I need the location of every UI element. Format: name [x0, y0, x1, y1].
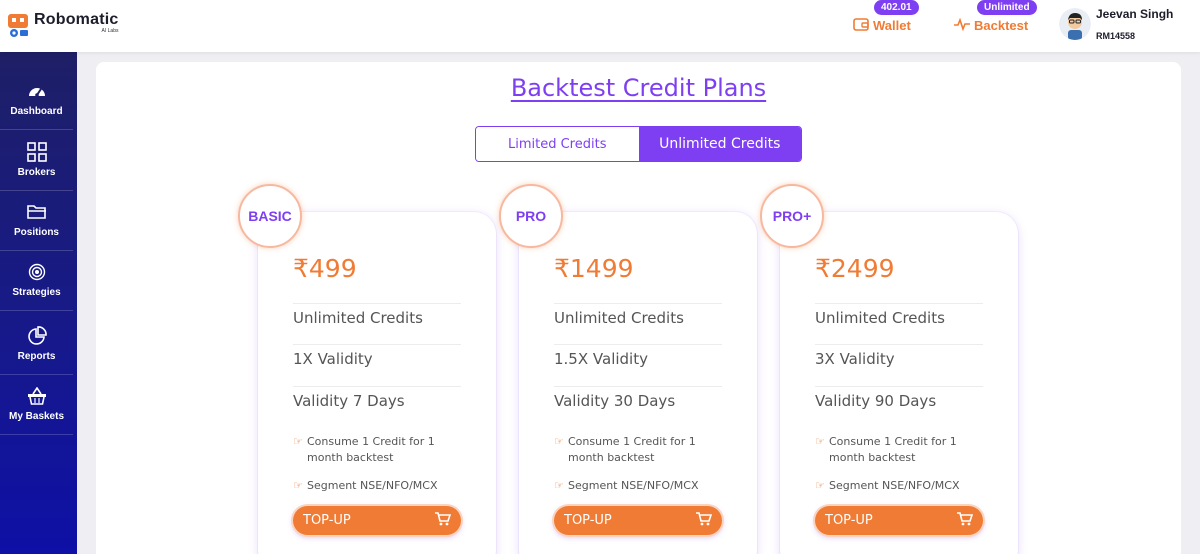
plan-price: ₹1499	[554, 254, 634, 283]
sidebar-item-positions[interactable]: Positions	[0, 191, 73, 251]
wallet-label: Wallet	[873, 18, 911, 33]
plan-credits: Unlimited Credits	[554, 303, 722, 327]
main-panel: Backtest Credit Plans Limited Credits Un…	[96, 62, 1181, 554]
thumbs-up-icon: ☞	[554, 479, 564, 492]
wallet-link[interactable]: 402.01 Wallet	[853, 0, 923, 52]
gauge-icon	[26, 80, 48, 102]
tab-limited-credits[interactable]: Limited Credits	[476, 127, 639, 161]
sidebar-item-dashboard[interactable]: Dashboard	[0, 70, 73, 130]
thumbs-up-icon: ☞	[815, 479, 825, 492]
tab-unlimited-credits[interactable]: Unlimited Credits	[638, 127, 801, 161]
top-up-label: TOP-UP	[564, 513, 612, 528]
top-up-label: TOP-UP	[825, 513, 873, 528]
plan-validity-multiplier: 1.5X Validity	[554, 344, 722, 368]
sidebar-item-reports[interactable]: Reports	[0, 313, 73, 375]
sidebar-item-label: My Baskets	[8, 411, 65, 422]
sidebar-item-label: Reports	[17, 351, 56, 362]
plan-note-segment: ☞ Segment NSE/NFO/MCX	[815, 479, 960, 492]
backtest-label: Backtest	[974, 18, 1029, 33]
plan-note-segment: ☞ Segment NSE/NFO/MCX	[293, 479, 438, 492]
sidebar-item-label: Brokers	[17, 167, 56, 178]
sidebar-item-strategies[interactable]: Strategies	[0, 251, 73, 311]
robot-logo-icon	[6, 12, 30, 38]
plan-note-credit-usage: ☞ Consume 1 Credit for 1 month backtest	[815, 435, 957, 464]
basket-icon	[26, 385, 48, 407]
target-icon	[26, 261, 48, 283]
plan-card-pro-plus: PRO+ ₹2499 Unlimited Credits 3X Validity…	[760, 184, 1018, 554]
brand-subtitle: AI Labs	[101, 28, 119, 34]
credit-type-toggle: Limited Credits Unlimited Credits	[475, 126, 802, 162]
cart-icon	[696, 511, 713, 530]
thumbs-up-icon: ☞	[293, 435, 303, 448]
grid-icon	[26, 141, 48, 163]
plan-credits: Unlimited Credits	[815, 303, 983, 327]
cart-icon	[435, 511, 452, 530]
wallet-icon	[853, 17, 869, 34]
top-up-button[interactable]: TOP-UP	[815, 506, 983, 535]
brand-logo[interactable]: Robomatic AI Labs	[6, 12, 118, 38]
top-bar: Robomatic AI Labs 402.01 Wallet Unlimite…	[0, 0, 1200, 52]
plan-validity-days: Validity 30 Days	[554, 386, 722, 410]
user-avatar[interactable]	[1059, 8, 1091, 40]
thumbs-up-icon: ☞	[293, 479, 303, 492]
wallet-balance-badge: 402.01	[874, 0, 919, 15]
plan-card-pro: PRO ₹1499 Unlimited Credits 1.5X Validit…	[499, 184, 757, 554]
top-up-button[interactable]: TOP-UP	[293, 506, 461, 535]
page-title: Backtest Credit Plans	[510, 74, 767, 102]
sidebar-item-label: Strategies	[12, 287, 61, 298]
plan-validity-multiplier: 3X Validity	[815, 344, 983, 368]
sidebar-item-brokers[interactable]: Brokers	[0, 131, 73, 191]
top-up-label: TOP-UP	[303, 513, 351, 528]
plan-note-credit-usage: ☞ Consume 1 Credit for 1 month backtest	[293, 435, 435, 464]
plan-price: ₹2499	[815, 254, 895, 283]
thumbs-up-icon: ☞	[815, 435, 825, 448]
plan-note-segment: ☞ Segment NSE/NFO/MCX	[554, 479, 699, 492]
pie-chart-icon	[26, 325, 48, 347]
top-up-button[interactable]: TOP-UP	[554, 506, 722, 535]
pulse-icon	[954, 17, 970, 34]
backtest-status-badge: Unlimited	[977, 0, 1037, 15]
backtest-link[interactable]: Unlimited Backtest	[954, 0, 1044, 52]
user-id: RM14558	[1096, 31, 1136, 41]
plan-name-badge: PRO+	[760, 184, 824, 248]
sidebar-item-my-baskets[interactable]: My Baskets	[0, 375, 73, 435]
plan-validity-days: Validity 7 Days	[293, 386, 461, 410]
plan-validity-multiplier: 1X Validity	[293, 344, 461, 368]
folder-icon	[26, 201, 48, 223]
plan-note-credit-usage: ☞ Consume 1 Credit for 1 month backtest	[554, 435, 696, 464]
plan-card-basic: BASIC ₹499 Unlimited Credits 1X Validity…	[238, 184, 496, 554]
plan-validity-days: Validity 90 Days	[815, 386, 983, 410]
sidebar-item-label: Positions	[13, 227, 59, 238]
plan-name-badge: BASIC	[238, 184, 302, 248]
thumbs-up-icon: ☞	[554, 435, 564, 448]
user-name: Jeevan Singh	[1096, 7, 1174, 21]
plan-name-badge: PRO	[499, 184, 563, 248]
sidebar-item-label: Dashboard	[10, 106, 63, 117]
sidebar: Dashboard Brokers Positions Strategies R…	[0, 52, 77, 554]
cart-icon	[957, 511, 974, 530]
plan-credits: Unlimited Credits	[293, 303, 461, 327]
brand-name: Robomatic	[34, 11, 119, 28]
plan-price: ₹499	[293, 254, 357, 283]
